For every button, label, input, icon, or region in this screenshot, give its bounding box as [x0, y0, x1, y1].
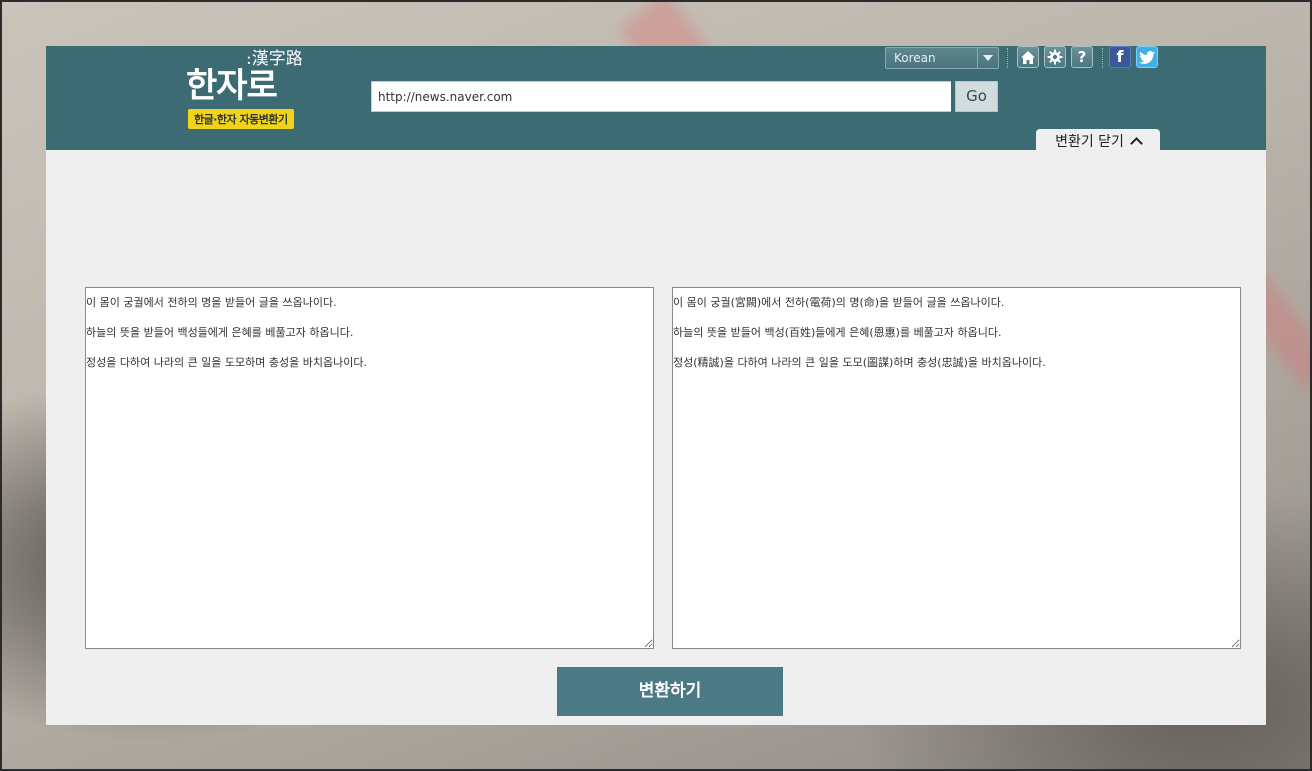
logo-title[interactable]: 한자로	[186, 58, 278, 107]
language-select[interactable]: Korean	[885, 47, 999, 69]
divider	[1102, 48, 1104, 68]
hanjaro-app: :漢字路 한자로 한글·한자 자동변환기 Go Korean	[46, 46, 1266, 725]
settings-button[interactable]	[1044, 46, 1066, 68]
chevron-down-icon	[977, 48, 998, 68]
language-selected: Korean	[894, 51, 936, 65]
twitter-icon	[1139, 50, 1155, 64]
input-textarea[interactable]: 이 몸이 궁궐에서 전하의 명을 받들어 글을 쓰옵나이다. 하늘의 뜻을 받들…	[85, 287, 654, 649]
facebook-share-button[interactable]: f	[1109, 46, 1131, 68]
close-converter-label: 변환기 닫기	[1055, 134, 1124, 150]
chevron-up-icon	[1130, 136, 1143, 150]
gear-icon	[1047, 49, 1063, 65]
go-button[interactable]: Go	[955, 81, 998, 112]
home-icon	[1021, 50, 1035, 64]
home-button[interactable]	[1017, 46, 1039, 68]
help-icon: ?	[1077, 47, 1087, 66]
twitter-share-button[interactable]	[1136, 46, 1158, 68]
help-button[interactable]: ?	[1071, 46, 1093, 68]
convert-button[interactable]: 변환하기	[557, 667, 783, 716]
url-input[interactable]	[371, 81, 951, 112]
divider	[1007, 48, 1009, 68]
output-textarea[interactable]: 이 몸이 궁궐(宮闕)에서 전하(電荷)의 명(命)을 받들어 글을 쓰옵나이다…	[672, 287, 1241, 649]
header-bar: :漢字路 한자로 한글·한자 자동변환기 Go Korean	[46, 46, 1266, 153]
close-converter-tab[interactable]: 변환기 닫기	[1036, 129, 1160, 153]
facebook-icon: f	[1116, 47, 1124, 66]
logo-badge: 한글·한자 자동변환기	[188, 109, 294, 129]
